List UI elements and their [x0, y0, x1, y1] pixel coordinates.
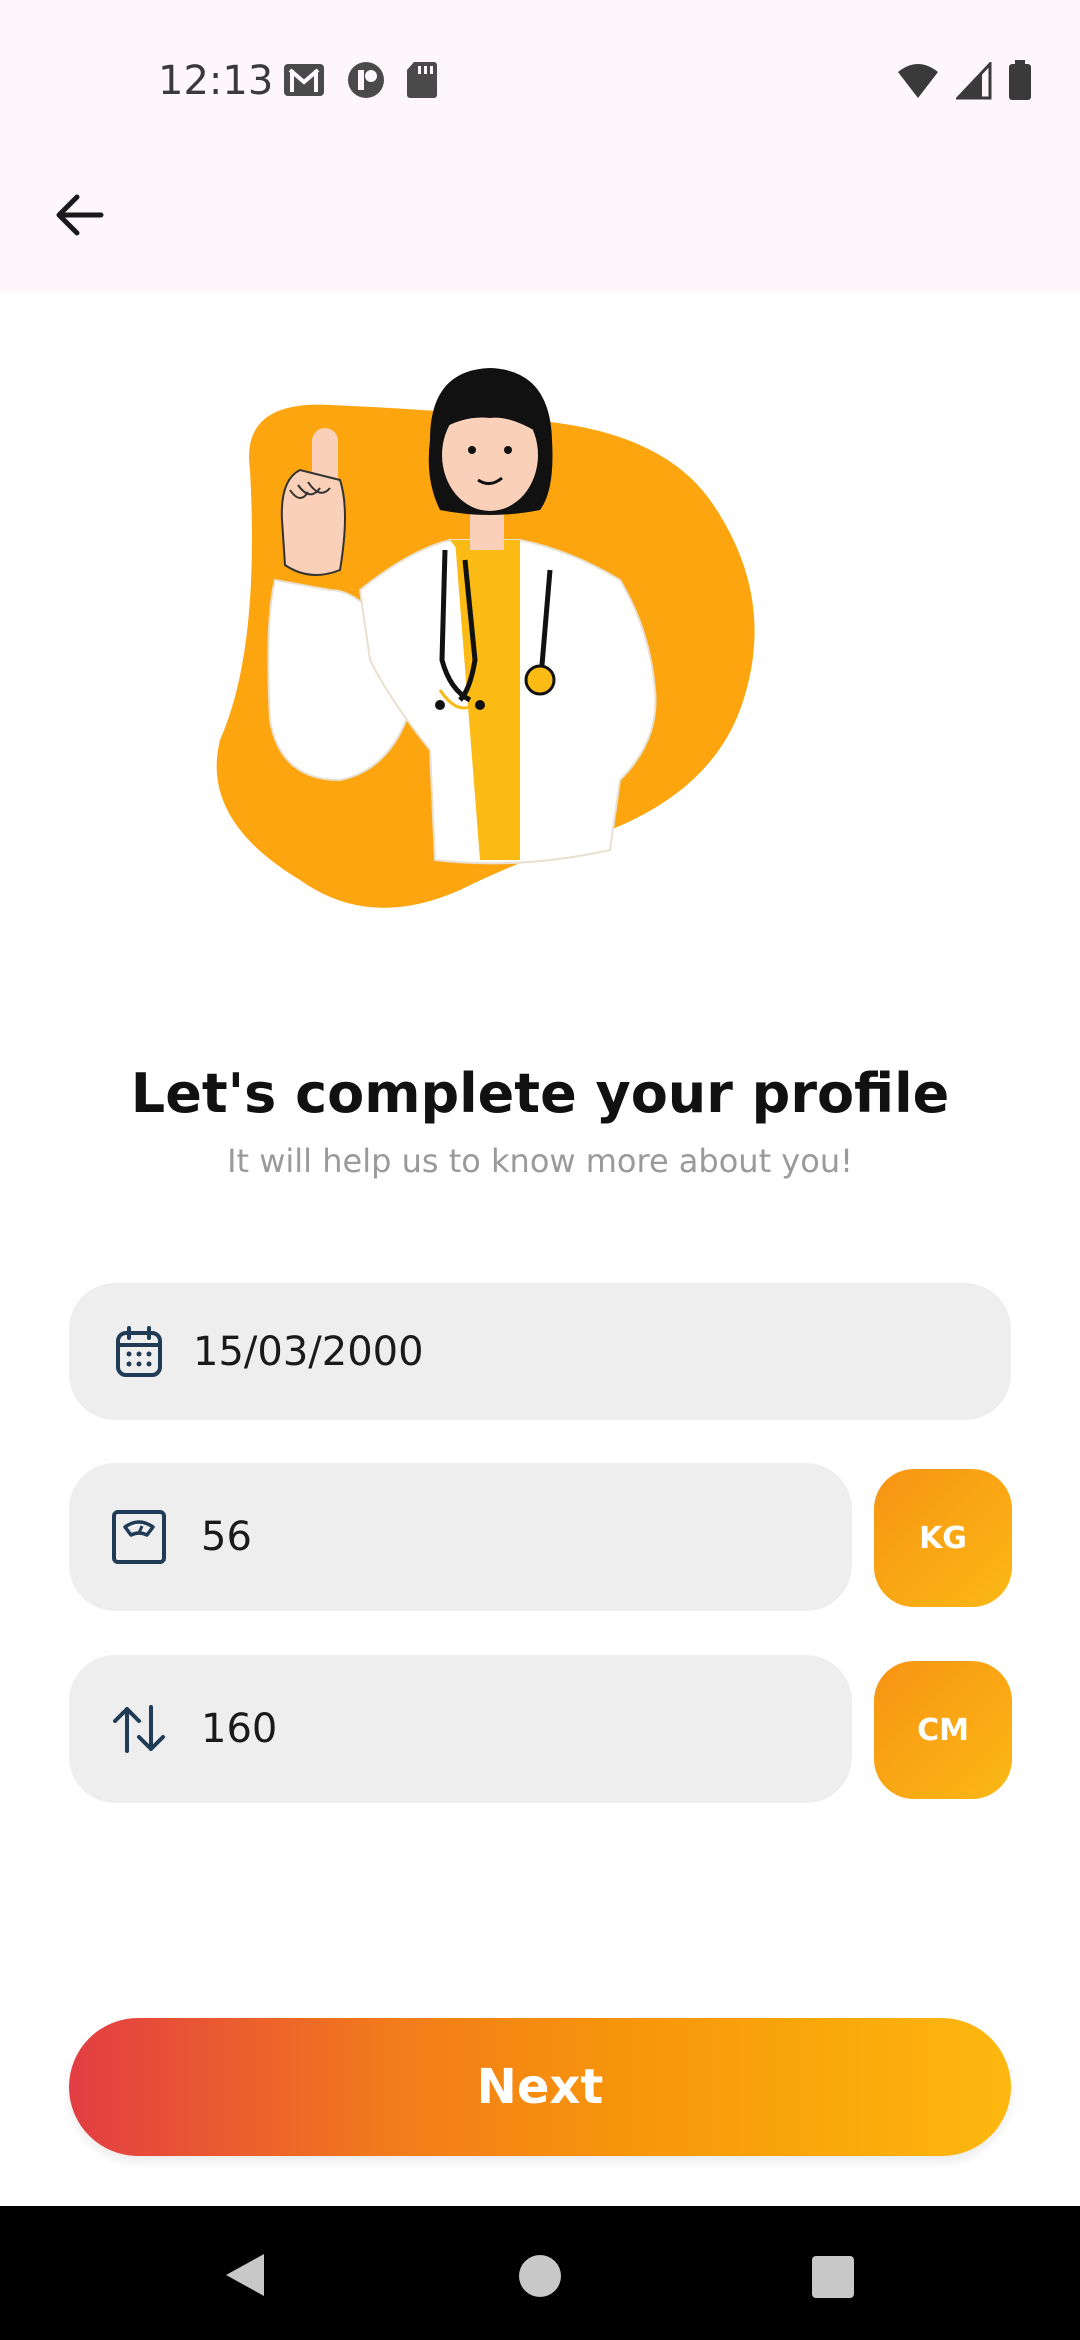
- height-arrows-icon: [109, 1699, 169, 1759]
- height-unit-button[interactable]: CM: [874, 1661, 1012, 1799]
- system-icons: [896, 60, 1032, 100]
- doctor-illustration: [216, 368, 755, 908]
- battery-icon: [1009, 60, 1031, 100]
- page-title: Let's complete your profile: [130, 1062, 950, 1125]
- status-bar: 12:13: [0, 0, 1080, 165]
- page-subtitle: It will help us to know more about you!: [227, 1142, 853, 1180]
- calendar-icon: [109, 1322, 169, 1382]
- gmail-icon: [284, 64, 324, 96]
- birthdate-field[interactable]: 15/03/2000: [69, 1283, 1011, 1420]
- birthdate-value: 15/03/2000: [193, 1328, 424, 1375]
- system-nav-bar: [0, 2206, 1080, 2340]
- wifi-icon: [898, 64, 938, 98]
- arrow-left-icon: [56, 194, 104, 236]
- app-notification-icon: [348, 62, 384, 98]
- nav-recents-icon[interactable]: [812, 2256, 854, 2298]
- nav-back-icon[interactable]: [222, 2252, 266, 2298]
- notification-icons: [282, 60, 438, 100]
- weight-scale-icon: [109, 1507, 169, 1567]
- height-field[interactable]: 160: [69, 1655, 852, 1803]
- weight-value: 56: [201, 1514, 252, 1560]
- status-time: 12:13: [158, 58, 274, 104]
- next-button[interactable]: Next: [69, 2018, 1011, 2156]
- sd-card-icon: [407, 62, 437, 98]
- signal-icon: [956, 62, 992, 100]
- height-value: 160: [201, 1706, 278, 1752]
- back-button[interactable]: [40, 180, 120, 250]
- weight-unit-button[interactable]: KG: [874, 1469, 1012, 1607]
- weight-field[interactable]: 56: [69, 1463, 852, 1611]
- app-bar: [0, 165, 1080, 293]
- nav-home-icon[interactable]: [518, 2254, 562, 2298]
